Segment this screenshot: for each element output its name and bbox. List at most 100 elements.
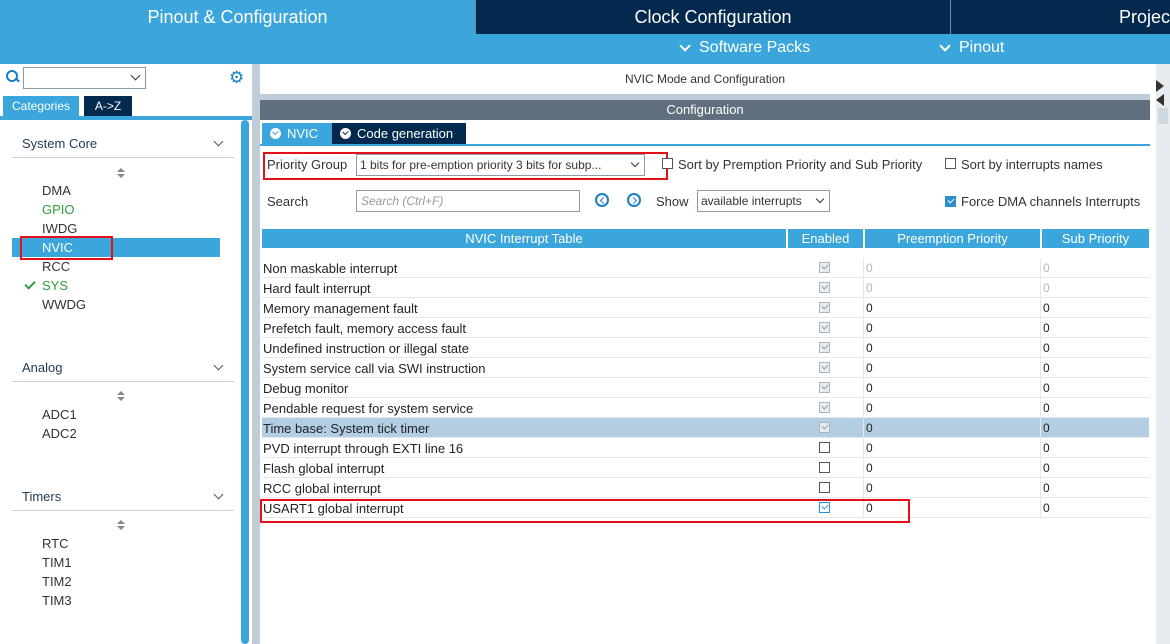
enabled-checkbox[interactable] (819, 442, 830, 453)
table-row[interactable]: Debug monitor 0 0 (262, 378, 1149, 398)
preemption-priority-value[interactable]: 0 (866, 381, 873, 395)
gear-icon[interactable]: ⚙ (229, 69, 244, 86)
sub-priority-value[interactable]: 0 (1043, 461, 1050, 475)
interrupt-name: Undefined instruction or illegal state (263, 341, 469, 356)
force-dma-checkbox[interactable] (945, 196, 956, 207)
category-search-combo[interactable] (23, 67, 146, 89)
tab-nvic[interactable]: NVIC (262, 123, 332, 144)
tab-a-z[interactable]: A->Z (84, 96, 132, 116)
column-header-enabled[interactable]: Enabled (788, 229, 863, 248)
interrupt-name: Flash global interrupt (263, 461, 385, 476)
column-separator (863, 398, 864, 418)
sub-priority-value[interactable]: 0 (1043, 361, 1050, 375)
chevron-down-icon (213, 360, 224, 371)
arrow-left-icon[interactable] (1156, 94, 1164, 106)
sort-names-label: Sort by interrupts names (961, 157, 1103, 172)
check-icon (24, 278, 36, 290)
preemption-priority-value[interactable]: 0 (866, 421, 873, 435)
preemption-priority-value[interactable]: 0 (866, 441, 873, 455)
sidebar-item-wwdg[interactable]: WWDG (42, 297, 86, 312)
sub-priority-value[interactable]: 0 (1043, 301, 1050, 315)
column-header-preemption[interactable]: Preemption Priority (865, 229, 1040, 248)
sidebar-item-tim2[interactable]: TIM2 (42, 574, 72, 589)
enabled-checkbox (819, 302, 830, 313)
column-separator (1040, 438, 1041, 458)
section-header[interactable]: Analog (12, 352, 234, 382)
software-packs-menu[interactable]: Software Packs (679, 39, 810, 57)
column-header-interrupt[interactable]: NVIC Interrupt Table (262, 229, 786, 248)
table-row[interactable]: System service call via SWI instruction 0… (262, 358, 1149, 378)
table-row[interactable]: Memory management fault 0 0 (262, 298, 1149, 318)
preemption-priority-value[interactable]: 0 (866, 481, 873, 495)
highlight-usart1 (260, 499, 910, 523)
preemption-priority-value[interactable]: 0 (866, 301, 873, 315)
sidebar-item-iwdg[interactable]: IWDG (42, 221, 77, 236)
sidebar-item-adc2[interactable]: ADC2 (42, 426, 77, 441)
chevron-down-icon (213, 489, 224, 500)
arrow-right-icon[interactable] (1156, 80, 1164, 92)
sidebar-item-rcc[interactable]: RCC (42, 259, 70, 274)
right-scrollbar[interactable] (1156, 64, 1170, 644)
search-input[interactable]: Search (Ctrl+F) (356, 190, 580, 212)
sub-priority-value[interactable]: 0 (1043, 401, 1050, 415)
tab-pinout-configuration[interactable]: Pinout & Configuration (0, 0, 475, 34)
tab-clock-configuration[interactable]: Clock Configuration (475, 0, 950, 34)
sidebar-item-sys[interactable]: SYS (42, 278, 68, 293)
sub-priority-value[interactable]: 0 (1043, 481, 1050, 495)
highlight-nvic (20, 236, 113, 260)
tab-code-generation[interactable]: Code generation (332, 123, 466, 144)
tab-project-manager[interactable]: Project (950, 0, 1170, 34)
preemption-priority-value[interactable]: 0 (866, 361, 873, 375)
sort-names-checkbox[interactable] (945, 158, 956, 169)
previous-result-icon[interactable] (595, 193, 609, 207)
table-row[interactable]: Hard fault interrupt 0 0 (262, 278, 1149, 298)
sub-priority-value[interactable]: 0 (1043, 501, 1050, 515)
sub-priority-value[interactable]: 0 (1043, 341, 1050, 355)
table-row[interactable]: Pendable request for system service 0 0 (262, 398, 1149, 418)
table-row[interactable]: Flash global interrupt 0 0 (262, 458, 1149, 478)
enabled-checkbox (819, 402, 830, 413)
table-row[interactable]: RCC global interrupt 0 0 (262, 478, 1149, 498)
check-circle-icon (340, 128, 351, 139)
show-select[interactable]: available interrupts (697, 190, 830, 212)
table-row[interactable]: Time base: System tick timer 0 0 (262, 418, 1149, 438)
sidebar-item-adc1[interactable]: ADC1 (42, 407, 77, 422)
preemption-priority-value[interactable]: 0 (866, 341, 873, 355)
sub-priority-value[interactable]: 0 (1043, 421, 1050, 435)
preemption-priority-value[interactable]: 0 (866, 461, 873, 475)
pinout-menu[interactable]: Pinout (939, 39, 1004, 57)
enabled-checkbox[interactable] (819, 482, 830, 493)
column-separator (863, 438, 864, 458)
section-header[interactable]: Timers (12, 481, 234, 511)
sort-premption-checkbox[interactable] (662, 158, 673, 169)
sidebar-item-rtc[interactable]: RTC (42, 536, 68, 551)
table-row[interactable]: Prefetch fault, memory access fault 0 0 (262, 318, 1149, 338)
sidebar-item-tim3[interactable]: TIM3 (42, 593, 72, 608)
enabled-checkbox[interactable] (819, 462, 830, 473)
sidebar-item-dma[interactable]: DMA (42, 183, 71, 198)
panel-divider[interactable] (252, 64, 260, 644)
section-header[interactable]: System Core (12, 128, 234, 158)
preemption-priority-value[interactable]: 0 (866, 401, 873, 415)
left-scrollbar[interactable] (241, 120, 249, 644)
check-circle-icon (270, 128, 281, 139)
scroll-thumb[interactable] (1158, 108, 1168, 124)
section-timers: Timers (12, 481, 234, 511)
chevron-down-icon (213, 136, 224, 147)
mode-title: NVIC Mode and Configuration (260, 64, 1150, 94)
sub-priority-value[interactable]: 0 (1043, 441, 1050, 455)
sub-priority-value[interactable]: 0 (1043, 321, 1050, 335)
sub-priority-value[interactable]: 0 (1043, 381, 1050, 395)
preemption-priority-value[interactable]: 0 (866, 321, 873, 335)
next-result-icon[interactable] (627, 193, 641, 207)
column-header-sub-priority[interactable]: Sub Priority (1042, 229, 1149, 248)
interrupt-name: RCC global interrupt (263, 481, 381, 496)
table-row[interactable]: Undefined instruction or illegal state 0 0 (262, 338, 1149, 358)
tab-categories[interactable]: Categories (3, 96, 79, 116)
sidebar-item-gpio[interactable]: GPIO (42, 202, 75, 217)
column-separator (1040, 298, 1041, 318)
table-row[interactable]: Non maskable interrupt 0 0 (262, 258, 1149, 278)
table-row[interactable]: PVD interrupt through EXTI line 16 0 0 (262, 438, 1149, 458)
interrupt-name: Pendable request for system service (263, 401, 474, 416)
sidebar-item-tim1[interactable]: TIM1 (42, 555, 72, 570)
